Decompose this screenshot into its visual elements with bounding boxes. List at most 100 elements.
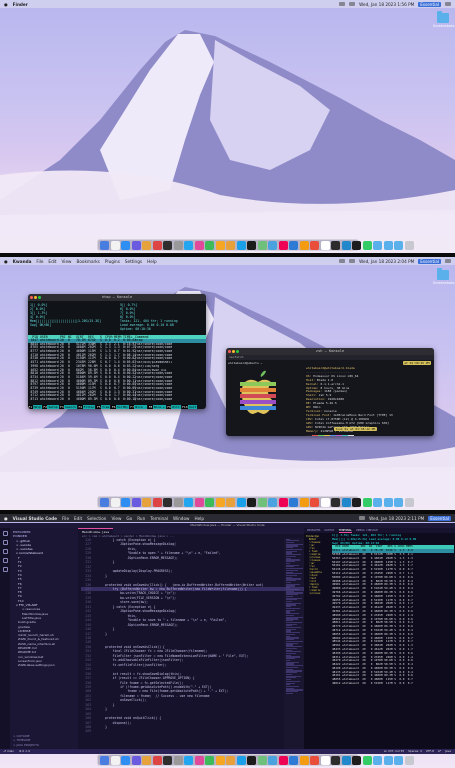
dock-app-icon[interactable] bbox=[394, 755, 403, 765]
dock-app-icon[interactable] bbox=[257, 755, 267, 765]
dock-app-icon[interactable] bbox=[247, 240, 256, 250]
dock-app-icon[interactable] bbox=[184, 497, 193, 507]
close-icon[interactable] bbox=[30, 296, 33, 299]
dock-app-icon[interactable] bbox=[278, 240, 288, 250]
dock-app-icon[interactable] bbox=[184, 240, 193, 250]
vscode-window[interactable]: MainWindow.java — Ponder — Visual Studio… bbox=[0, 523, 455, 754]
menu-badge[interactable]: Essential bbox=[418, 258, 441, 264]
dock-app-icon[interactable] bbox=[331, 240, 340, 250]
dock-app-icon[interactable] bbox=[278, 755, 288, 765]
wifi-icon[interactable] bbox=[359, 516, 366, 520]
git-branch[interactable]: ⎇ main bbox=[3, 749, 14, 754]
dock-app-icon[interactable] bbox=[100, 240, 109, 250]
menu-item-selection[interactable]: Selection bbox=[87, 516, 106, 521]
dock-app-icon[interactable] bbox=[215, 497, 225, 507]
language-mode[interactable]: Java bbox=[445, 749, 451, 754]
menu-item-edit[interactable]: Edit bbox=[48, 259, 56, 264]
dock-app-icon[interactable] bbox=[352, 755, 361, 765]
menu-item-run[interactable]: Run bbox=[137, 516, 145, 521]
menu-item-window[interactable]: Window bbox=[173, 516, 190, 521]
close-icon[interactable] bbox=[228, 350, 231, 353]
dock-app-icon[interactable] bbox=[236, 240, 246, 250]
menu-item-plugins[interactable]: Plugins bbox=[105, 259, 120, 264]
dock-app-icon[interactable] bbox=[289, 240, 298, 250]
menu-item-bookmarks[interactable]: Bookmarks bbox=[76, 259, 99, 264]
dock-app-icon[interactable] bbox=[152, 240, 162, 250]
explorer-file[interactable]: Z4ZK-lakes-settings.json bbox=[13, 663, 75, 667]
maximize-icon[interactable] bbox=[38, 296, 42, 299]
dock-app-icon[interactable] bbox=[194, 497, 204, 507]
wifi-icon[interactable] bbox=[339, 2, 346, 6]
minimap[interactable] bbox=[284, 538, 304, 749]
dock-app-icon[interactable] bbox=[163, 240, 172, 250]
dock-app-icon[interactable] bbox=[289, 497, 298, 507]
dock-app-icon[interactable] bbox=[236, 497, 246, 507]
dock-app-icon[interactable] bbox=[131, 497, 141, 507]
dock-app-icon[interactable] bbox=[121, 497, 130, 507]
menu-clock[interactable]: Wed, Jan 18 2023 1:56 PM bbox=[359, 2, 414, 7]
wifi-icon[interactable] bbox=[339, 259, 346, 263]
fkey-action[interactable]: Search bbox=[64, 405, 77, 409]
htop-window[interactable]: htop — Konsole 1[| 0.0%] 5[| 0.7%] 2[ 0.0… bbox=[28, 294, 206, 409]
fkey-action[interactable]: Quit bbox=[188, 405, 198, 409]
dock-app-icon[interactable] bbox=[163, 755, 172, 765]
minimize-icon[interactable] bbox=[232, 350, 236, 353]
control-center-icon[interactable] bbox=[445, 2, 451, 6]
dock-app-icon[interactable] bbox=[331, 497, 340, 507]
neofetch-window[interactable]: zsh — Konsole neofetch whiteboard@ubuntu… bbox=[226, 348, 434, 436]
fkey-action[interactable]: Help bbox=[32, 405, 42, 409]
dock-app-icon[interactable] bbox=[383, 755, 393, 765]
dock-app-icon[interactable] bbox=[257, 240, 267, 250]
dock-app-icon[interactable] bbox=[121, 755, 130, 765]
dock-app-icon[interactable] bbox=[394, 240, 403, 250]
dock-app-icon[interactable] bbox=[110, 755, 120, 765]
menu-item-settings[interactable]: Settings bbox=[125, 259, 142, 264]
dock-app-icon[interactable] bbox=[142, 240, 151, 250]
fkey-action[interactable]: Filter bbox=[82, 405, 96, 409]
apple-menu-icon[interactable]: ● bbox=[4, 259, 8, 264]
dock-app-icon[interactable] bbox=[205, 497, 214, 507]
dock-app-icon[interactable] bbox=[299, 755, 309, 765]
dock-app-icon[interactable] bbox=[142, 497, 151, 507]
terminal-htop[interactable]: 1[|| 3.3%] Tasks: 121, 404 thr; 1 runnin… bbox=[332, 534, 454, 749]
dock-app-icon[interactable] bbox=[362, 240, 372, 250]
source-control-icon[interactable] bbox=[2, 549, 8, 554]
desktop-folder-label[interactable]: Screenshots bbox=[433, 281, 454, 285]
apple-menu-icon[interactable]: ● bbox=[4, 516, 8, 521]
window-titlebar[interactable]: htop — Konsole bbox=[28, 294, 206, 301]
dock-app-icon[interactable] bbox=[110, 240, 120, 250]
menu-badge[interactable]: Essential bbox=[428, 515, 451, 521]
folder-icon[interactable] bbox=[437, 268, 449, 280]
line-ending[interactable]: LF bbox=[438, 749, 441, 754]
process-row[interactable]: 8713 whiteboard 20 0 4600M 89.3M S 0.0 0.6 0:00.1… bbox=[28, 397, 206, 402]
menu-item-view[interactable]: View bbox=[62, 259, 72, 264]
dock-app-icon[interactable] bbox=[352, 240, 361, 250]
fkey-action[interactable]: Nice - bbox=[134, 405, 148, 409]
dock-app-icon[interactable] bbox=[100, 497, 109, 507]
menu-item-help[interactable]: Help bbox=[194, 516, 204, 521]
dock-app-icon[interactable] bbox=[173, 755, 183, 765]
dock-app-icon[interactable] bbox=[268, 497, 277, 507]
menu-app-name[interactable]: Visual Studio Code bbox=[13, 516, 57, 521]
battery-icon[interactable] bbox=[349, 2, 356, 6]
dock-app-icon[interactable] bbox=[184, 755, 193, 765]
maximize-icon[interactable] bbox=[236, 350, 240, 353]
dock-app-icon[interactable] bbox=[215, 240, 225, 250]
menu-item-file[interactable]: File bbox=[62, 516, 69, 521]
dock-app-icon[interactable] bbox=[373, 755, 382, 765]
dock-app-icon[interactable] bbox=[299, 240, 309, 250]
dock-app-icon[interactable] bbox=[131, 240, 141, 250]
control-center-icon[interactable] bbox=[445, 259, 451, 263]
dock-app-icon[interactable] bbox=[142, 755, 151, 765]
panel-tab[interactable]: TERMINAL bbox=[338, 528, 353, 533]
menu-item-file[interactable]: File bbox=[36, 259, 43, 264]
dock-app-icon[interactable] bbox=[310, 497, 319, 507]
search-icon[interactable] bbox=[2, 540, 8, 545]
dock-app-icon[interactable] bbox=[215, 755, 225, 765]
dock-app-icon[interactable] bbox=[341, 497, 351, 507]
terminal-tab[interactable]: neofetch bbox=[226, 355, 434, 360]
code-editor[interactable]: MainWindow.java src > com > whiteboard >… bbox=[78, 528, 304, 749]
fkey-action[interactable]: Nice + bbox=[152, 405, 166, 409]
dock-app-icon[interactable] bbox=[362, 497, 372, 507]
folder-icon[interactable] bbox=[437, 11, 449, 23]
